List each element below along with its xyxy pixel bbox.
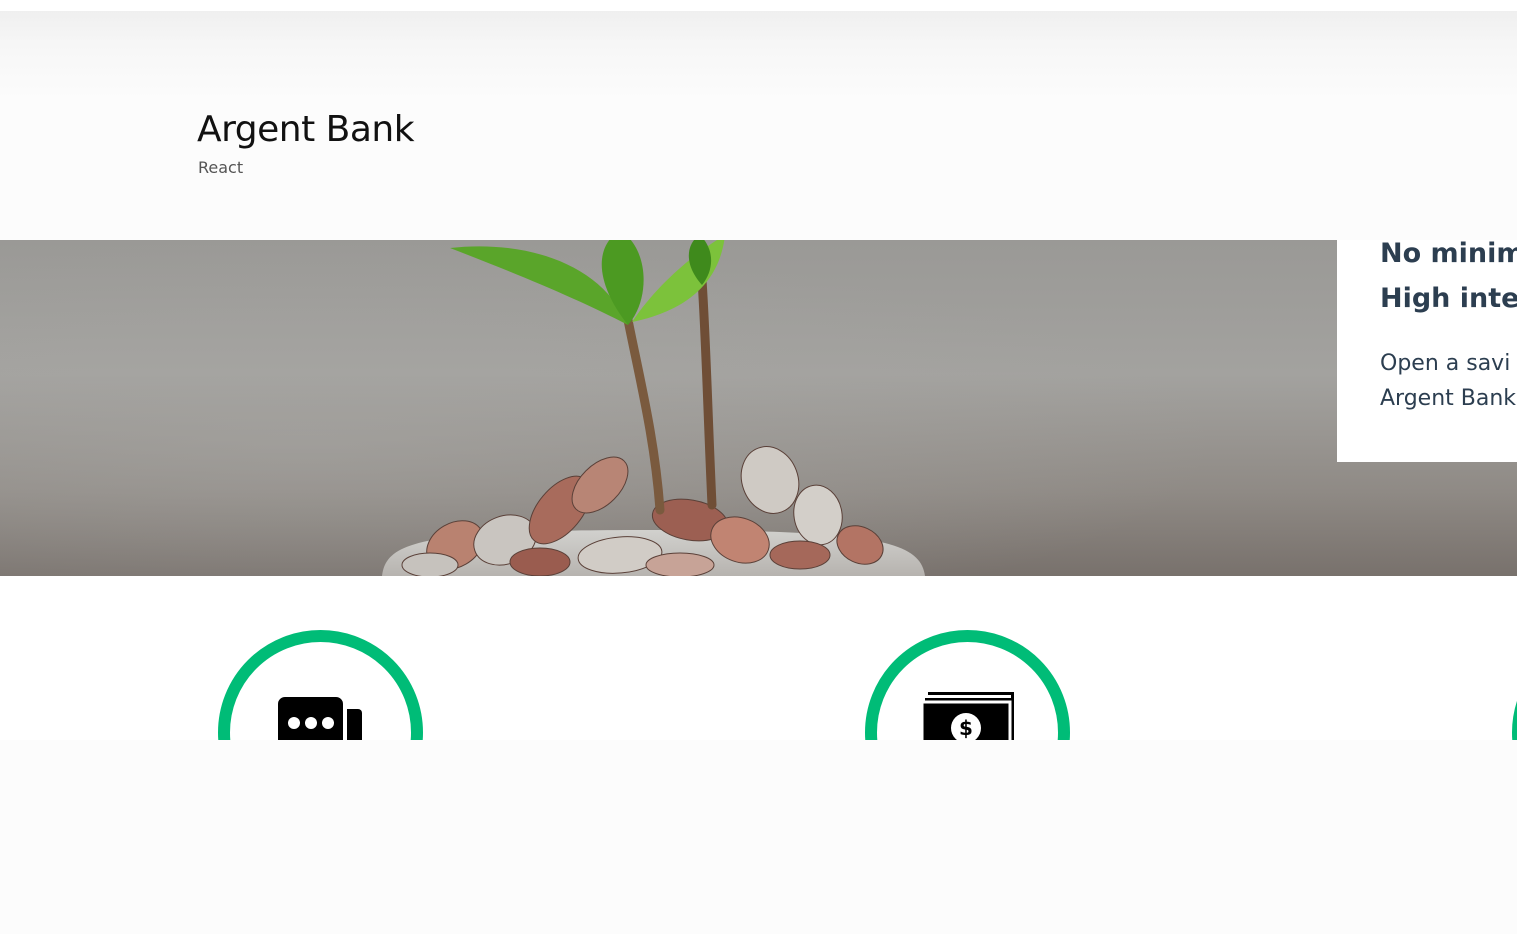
hero-content-card: No minim High inte Open a savi Argent Ba… xyxy=(1337,240,1517,462)
features-section: $ xyxy=(0,576,1517,740)
page-background xyxy=(0,740,1517,934)
hero-banner: No minim High inte Open a savi Argent Ba… xyxy=(0,240,1517,576)
chat-icon xyxy=(275,695,362,740)
hero-text-line-2: Argent Bank xyxy=(1380,386,1517,411)
page-title: Argent Bank xyxy=(197,109,415,150)
header-area: Argent Bank React xyxy=(0,0,1517,240)
page-header: Argent Bank React xyxy=(197,108,415,178)
hero-image xyxy=(0,240,1517,576)
feature-item-security xyxy=(1512,630,1517,740)
svg-text:$: $ xyxy=(959,716,973,740)
header-shadow xyxy=(0,11,1517,101)
feature-item-chat xyxy=(218,630,423,740)
hero-subtitle-line-1: No minim xyxy=(1380,240,1517,269)
page-subtitle: React xyxy=(198,158,244,178)
money-icon: $ xyxy=(921,692,1014,740)
feature-item-money: $ xyxy=(865,630,1070,740)
hero-text-line-1: Open a savi xyxy=(1380,351,1511,376)
top-strip xyxy=(0,0,1517,11)
hero-subtitle-line-2: High inte xyxy=(1380,283,1517,314)
